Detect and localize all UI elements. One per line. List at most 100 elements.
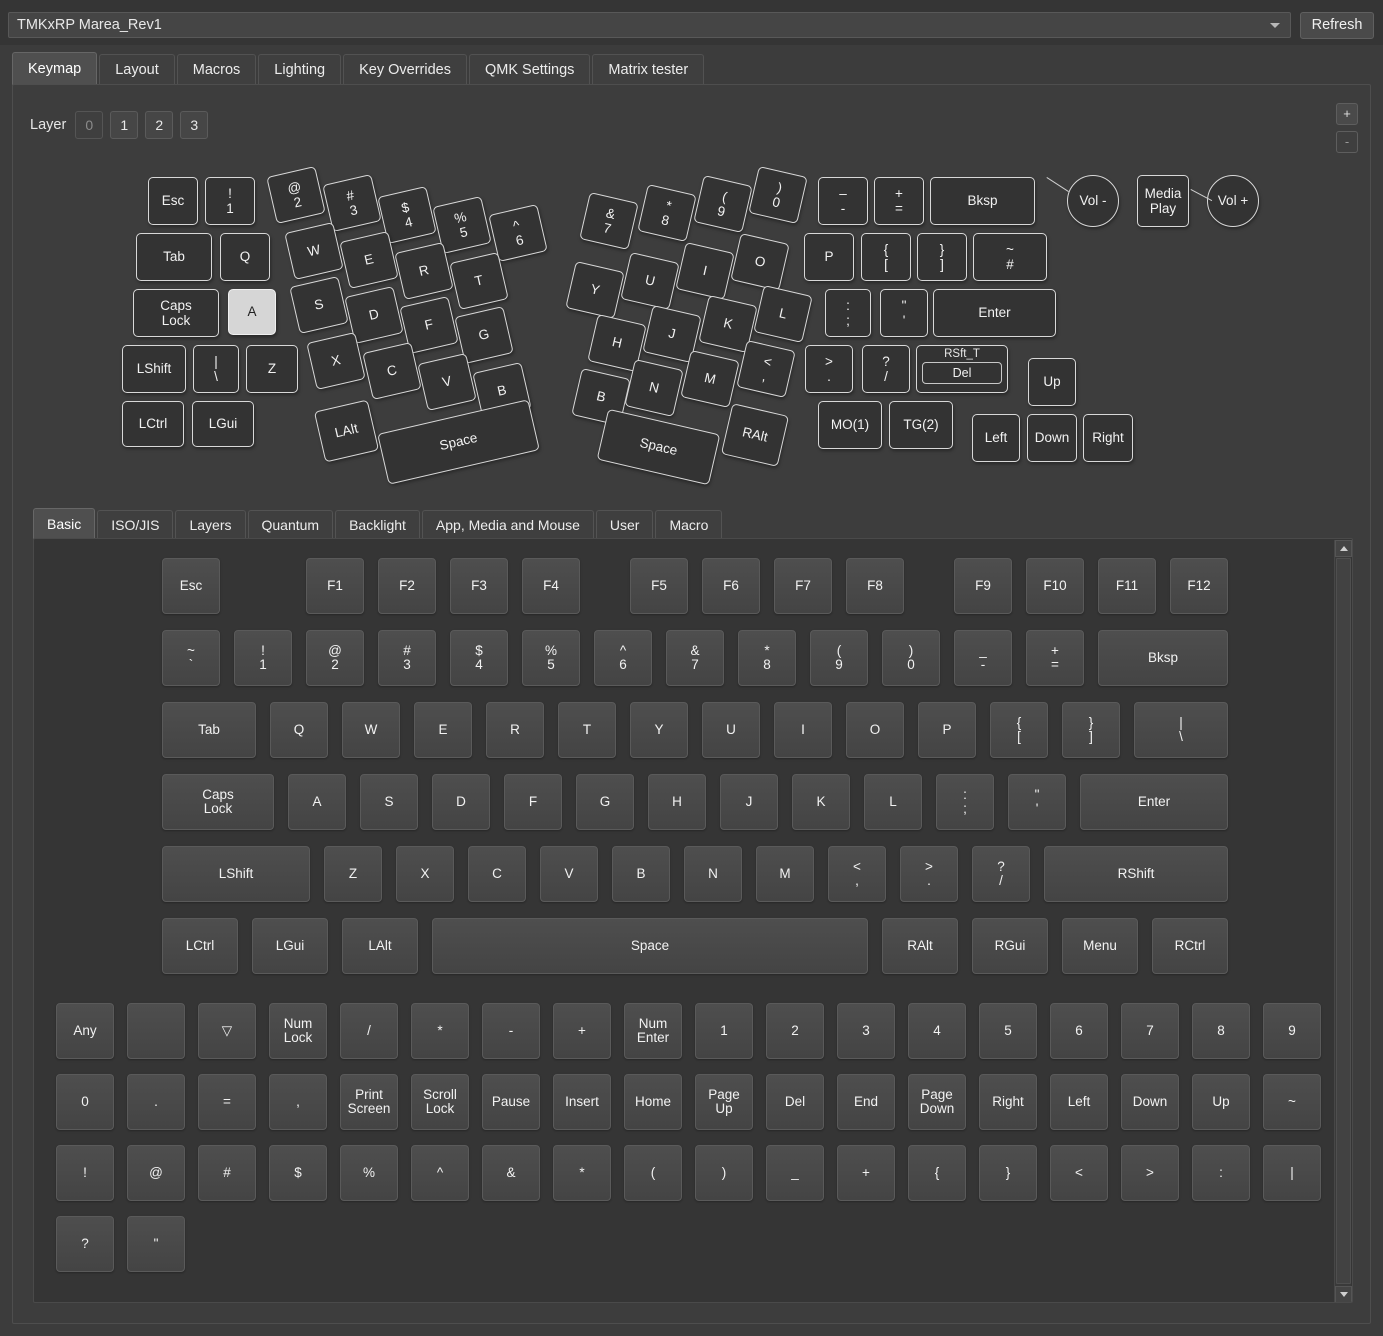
keycode-tab-app-media-and-mouse[interactable]: App, Media and Mouse [421,510,594,539]
phys-key-7[interactable]: & 7 [579,191,639,251]
tab-keymap[interactable]: Keymap [12,52,98,85]
phys-key-mo1[interactable]: MO(1) [818,401,882,449]
keycode-colon[interactable]: : [1192,1145,1250,1201]
keycode-pipe[interactable]: | [1263,1145,1321,1201]
keycode-m[interactable]: M [756,846,814,902]
keycode-tab-macro[interactable]: Macro [655,510,723,539]
keycode-5[interactable]: % 5 [522,630,580,686]
keycode-rparen[interactable]: ) [695,1145,753,1201]
keycode-q[interactable]: Q [270,702,328,758]
keycode-lalt[interactable]: LAlt [342,918,418,974]
keycode-at[interactable]: @ [127,1145,185,1201]
phys-key-lctrl[interactable]: LCtrl [122,401,184,447]
refresh-button[interactable]: Refresh [1300,12,1374,39]
keycode-n[interactable]: N [684,846,742,902]
phys-key-tab[interactable]: Tab [136,233,212,281]
keycode-lbrace[interactable]: { [908,1145,966,1201]
phys-key-vol-down[interactable]: Vol - [1067,175,1119,227]
keycode-scrolllock[interactable]: Scroll Lock [411,1074,469,1130]
keycode-tab[interactable]: Tab [162,702,256,758]
keycode-lctrl[interactable]: LCtrl [162,918,238,974]
keycode-kp2[interactable]: 2 [766,1003,824,1059]
layer-button-1[interactable]: 1 [110,111,139,139]
keycode-caret[interactable]: ^ [411,1145,469,1201]
keycode-home[interactable]: Home [624,1074,682,1130]
phys-key-lbrk[interactable]: {[ [861,233,911,281]
keycode-kpequal[interactable]: = [198,1074,256,1130]
keycode-lbrk[interactable]: {[ [990,702,1048,758]
phys-key-capslock[interactable]: Caps Lock [133,289,219,337]
keycode-tilde2[interactable]: ~ [1263,1074,1321,1130]
keycode-kp4[interactable]: 4 [908,1003,966,1059]
phys-key-m[interactable]: M [680,349,740,409]
keycode-j[interactable]: J [720,774,778,830]
keycode-w[interactable]: W [342,702,400,758]
keycode-e[interactable]: E [414,702,472,758]
keycode-printscreen[interactable]: Print Screen [340,1074,398,1130]
keycode-l[interactable]: L [864,774,922,830]
keycode-lgui[interactable]: LGui [252,918,328,974]
keycode-dot[interactable]: >. [900,846,958,902]
phys-key-minus[interactable]: – - [818,177,868,225]
keycode-tab-quantum[interactable]: Quantum [247,510,334,539]
keycode-7[interactable]: & 7 [666,630,724,686]
keycode-f8[interactable]: F8 [846,558,904,614]
keycode-underscore[interactable]: _ [766,1145,824,1201]
phys-key-comma[interactable]: <, [736,339,796,399]
keycode-f10[interactable]: F10 [1026,558,1084,614]
keycode-kpslash[interactable]: / [340,1003,398,1059]
keycode-end[interactable]: End [837,1074,895,1130]
keycode-slash[interactable]: ? / [972,846,1030,902]
phys-key-esc[interactable]: Esc [148,177,198,225]
phys-key-l[interactable]: L [753,284,813,344]
keycode-enter[interactable]: Enter [1080,774,1228,830]
keycode-kp5[interactable]: 5 [979,1003,1037,1059]
keycode-semi[interactable]: :; [936,774,994,830]
tab-matrix-tester[interactable]: Matrix tester [592,54,705,85]
layer-button-2[interactable]: 2 [145,111,174,139]
keycode-esc[interactable]: Esc [162,558,220,614]
keycode-dquote[interactable]: " [127,1216,185,1272]
keycode-space[interactable]: Space [432,918,868,974]
keycode-question[interactable]: ? [56,1216,114,1272]
phys-key-dot[interactable]: >. [805,345,853,393]
scrollbar-thumb[interactable] [1336,558,1351,1284]
phys-key-equal[interactable]: + = [874,177,924,225]
keycode-p[interactable]: P [918,702,976,758]
keycode-tab-user[interactable]: User [595,510,654,539]
keycode-kpdot[interactable]: . [127,1074,185,1130]
keycode-kpcomma[interactable]: , [269,1074,327,1130]
keycode-minus[interactable]: _ - [954,630,1012,686]
keycode-blank1[interactable] [127,1003,185,1059]
keycode-rbrace[interactable]: } [979,1145,1037,1201]
keycode-rbrk[interactable]: }] [1062,702,1120,758]
keycode-numenter[interactable]: Num Enter [624,1003,682,1059]
phys-key-space-r[interactable]: Space [596,408,721,486]
phys-key-tg2[interactable]: TG(2) [889,401,953,449]
phys-key-rbrk[interactable]: }] [917,233,967,281]
phys-key-ralt[interactable]: RAlt [720,403,790,467]
keycode-f4[interactable]: F4 [522,558,580,614]
keycode-kp1[interactable]: 1 [695,1003,753,1059]
keycode-plus[interactable]: + [837,1145,895,1201]
phys-key-i[interactable]: I [675,241,735,301]
phys-key-left[interactable]: Left [972,414,1020,462]
keycode-numlock[interactable]: Num Lock [269,1003,327,1059]
keycode-insert[interactable]: Insert [553,1074,611,1130]
keycode-any[interactable]: Any [56,1003,114,1059]
phys-key-q[interactable]: Q [220,233,270,281]
keycode-s[interactable]: S [360,774,418,830]
phys-key-0[interactable]: ) 0 [748,165,808,225]
phys-key-a[interactable]: A [228,289,276,335]
keycode-x[interactable]: X [396,846,454,902]
layer-button-3[interactable]: 3 [180,111,209,139]
zoom-in-button[interactable]: + [1336,103,1358,125]
tab-key-overrides[interactable]: Key Overrides [343,54,467,85]
keycode-bksp[interactable]: Bksp [1098,630,1228,686]
keycode-f7[interactable]: F7 [774,558,832,614]
phys-key-up[interactable]: Up [1028,358,1076,406]
keycode-hash[interactable]: # [198,1145,256,1201]
phys-key-bksp[interactable]: Bksp [930,177,1035,225]
phys-key-o[interactable]: O [730,232,790,292]
keycode-h[interactable]: H [648,774,706,830]
